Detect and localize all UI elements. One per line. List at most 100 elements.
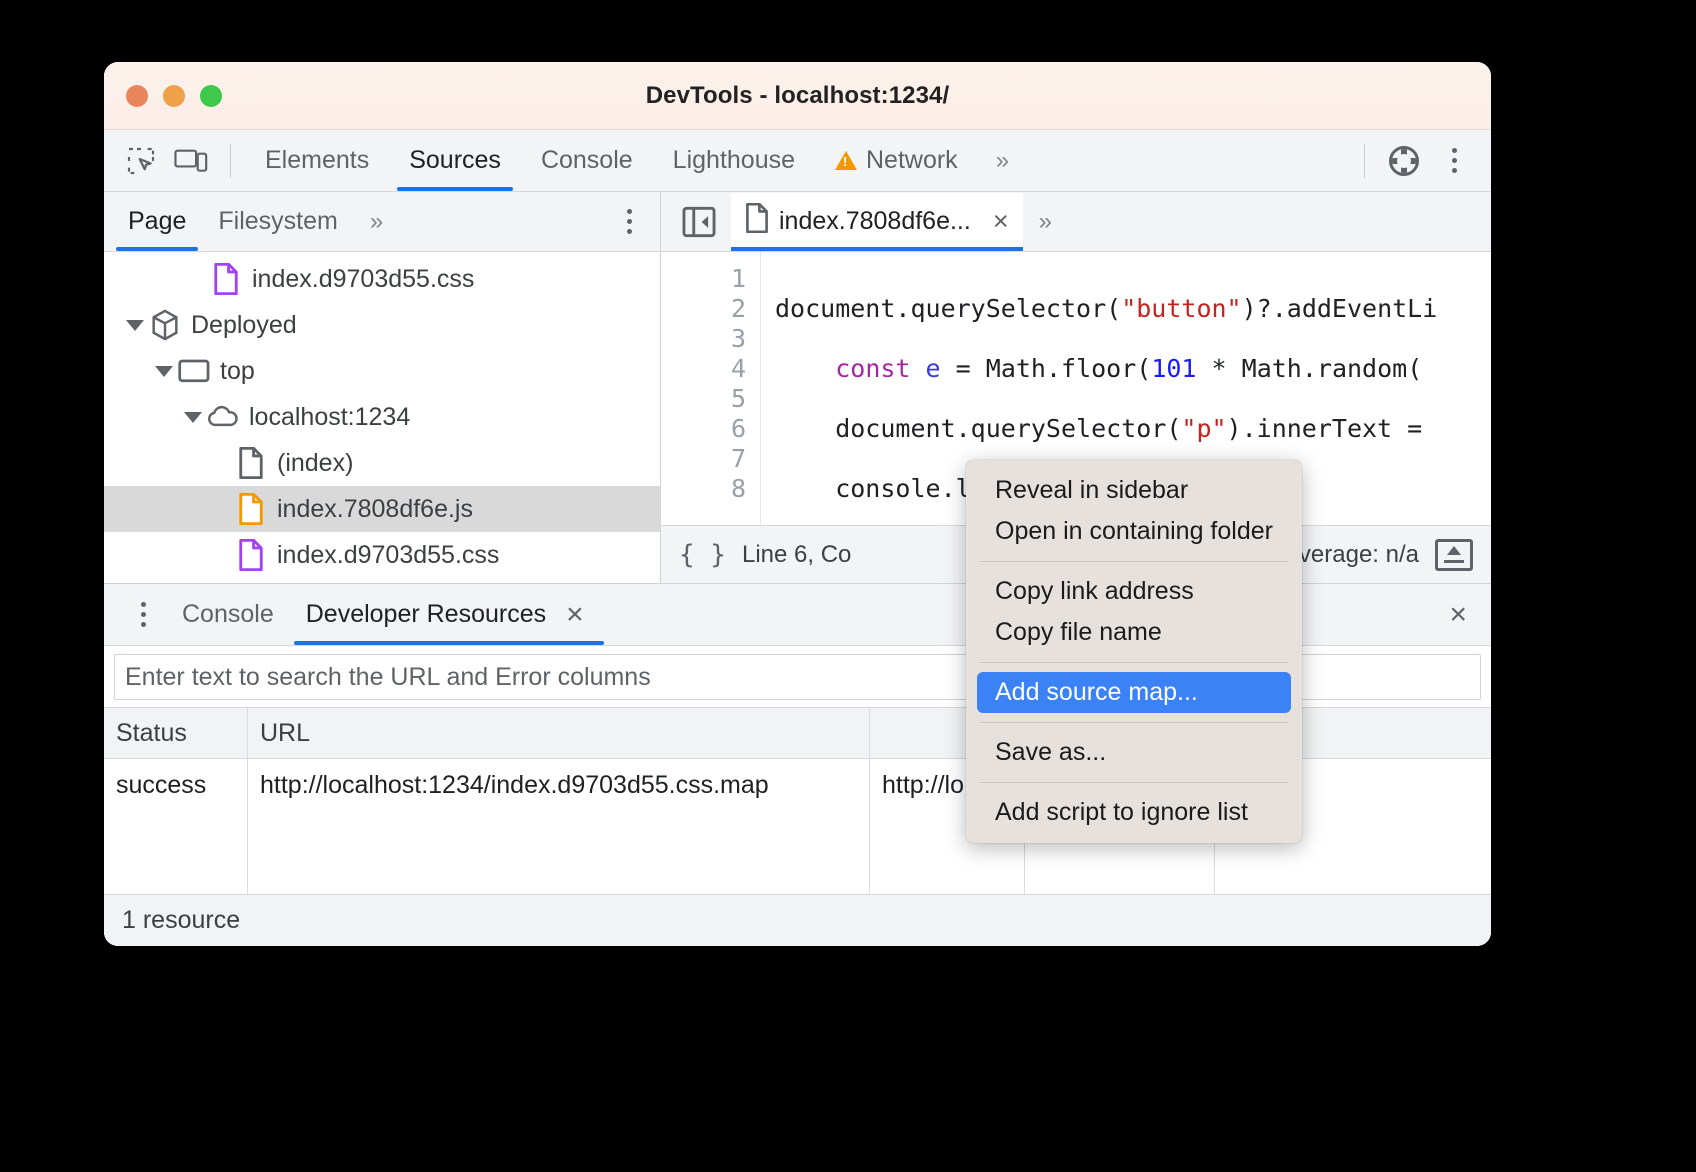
menu-item-reveal-in-sidebar[interactable]: Reveal in sidebar (966, 470, 1302, 511)
code-line-2: const e = Math.floor(101 * Math.random( (775, 354, 1491, 384)
nav-tab-filesystem-label: Filesystem (218, 207, 337, 236)
devtools-window: DevTools - localhost:1234/ Elements Sour… (104, 62, 1491, 946)
menu-separator (980, 782, 1288, 783)
editor-tab-index-js[interactable]: index.7808df6e... × (731, 193, 1023, 251)
tree-item-deployed[interactable]: Deployed (104, 302, 660, 348)
resource-count-footer: 1 resource (104, 894, 1491, 946)
column-header-url[interactable]: URL (248, 708, 870, 758)
navigator-tabbar: Page Filesystem » (104, 192, 660, 252)
nav-tab-filesystem[interactable]: Filesystem (202, 193, 353, 251)
drawer-kebab-menu-icon[interactable] (120, 593, 166, 637)
line-number: 5 (661, 384, 746, 414)
tab-elements-label: Elements (265, 146, 369, 175)
menu-item-add-source-map[interactable]: Add source map... (977, 672, 1291, 713)
chevron-down-icon[interactable] (180, 412, 206, 423)
tab-console[interactable]: Console (523, 131, 651, 191)
tree-item-index-js[interactable]: index.7808df6e.js (104, 486, 660, 532)
gear-icon[interactable] (1381, 139, 1427, 183)
tab-lighthouse[interactable]: Lighthouse (655, 131, 813, 191)
line-number: 7 (661, 444, 746, 474)
tree-item-label: Deployed (191, 311, 297, 340)
column-header-status[interactable]: Status (104, 708, 248, 758)
deployed-box-icon (148, 309, 182, 341)
menu-separator (980, 722, 1288, 723)
show-navigator-icon[interactable] (675, 198, 723, 246)
pretty-print-braces-icon[interactable]: { } (679, 540, 726, 570)
menu-item-add-script-to-ignore-list[interactable]: Add script to ignore list (966, 792, 1302, 833)
tab-network-label: Network (866, 146, 958, 175)
window-title: DevTools - localhost:1234/ (104, 82, 1491, 110)
menu-item-open-in-containing-folder[interactable]: Open in containing folder (966, 511, 1302, 552)
tree-item-label: top (220, 357, 255, 386)
cursor-position-label: Line 6, Co (742, 541, 851, 569)
more-panels-chevron-icon[interactable]: » (980, 147, 1025, 175)
tree-item-index[interactable]: (index) (104, 440, 660, 486)
drawer-tab-console-label: Console (182, 600, 274, 629)
toolbar-divider (230, 144, 231, 178)
drawer-tab-developer-resources-label: Developer Resources (306, 600, 546, 629)
editor-tabbar: index.7808df6e... × » (661, 192, 1491, 252)
menu-separator (980, 662, 1288, 663)
tab-sources[interactable]: Sources (391, 131, 519, 191)
tab-elements[interactable]: Elements (247, 131, 387, 191)
toolbar-divider-right (1364, 144, 1365, 178)
line-number: 3 (661, 324, 746, 354)
inspect-element-icon[interactable] (118, 139, 164, 183)
tree-item-index-css-top[interactable]: index.d9703d55.css (104, 256, 660, 302)
chevron-down-icon[interactable] (151, 366, 177, 377)
kebab-menu-icon[interactable] (1431, 139, 1477, 183)
cloud-icon (206, 404, 240, 430)
close-drawer-icon[interactable]: × (1441, 598, 1475, 632)
tree-item-label: index.7808df6e.js (277, 495, 473, 524)
line-number: 2 (661, 294, 746, 324)
window-titlebar: DevTools - localhost:1234/ (104, 62, 1491, 130)
code-line-3: document.querySelector("p").innerText = (775, 414, 1491, 444)
frame-icon (177, 358, 211, 384)
nav-tab-page[interactable]: Page (112, 193, 202, 251)
cell-url: http://localhost:1234/index.d9703d55.css… (248, 759, 870, 811)
document-file-icon (234, 447, 268, 479)
device-toolbar-icon[interactable] (168, 139, 214, 183)
js-file-icon (234, 493, 268, 525)
drawer-tab-developer-resources[interactable]: Developer Resources × (290, 585, 608, 645)
editor-more-tabs-chevron-icon[interactable]: » (1023, 208, 1068, 236)
drawer-tab-console[interactable]: Console (166, 585, 290, 645)
tab-lighthouse-label: Lighthouse (673, 146, 795, 175)
line-number-gutter: 1 2 3 4 5 6 7 8 (661, 252, 761, 525)
line-number: 4 (661, 354, 746, 384)
nav-tab-page-label: Page (128, 207, 186, 236)
tree-item-index-css[interactable]: index.d9703d55.css (104, 532, 660, 578)
menu-item-save-as[interactable]: Save as... (966, 732, 1302, 773)
tree-item-label: index.d9703d55.css (277, 541, 499, 570)
tab-sources-label: Sources (409, 146, 501, 175)
file-tree: index.d9703d55.css Deployed top (104, 252, 660, 583)
menu-item-copy-file-name[interactable]: Copy file name (966, 612, 1302, 653)
menu-separator (980, 561, 1288, 562)
cell-status: success (104, 759, 248, 811)
close-icon[interactable]: × (993, 206, 1009, 237)
devtools-toolbar: Elements Sources Console Lighthouse Netw… (104, 130, 1491, 192)
tab-network[interactable]: Network (817, 131, 976, 191)
tree-item-label: localhost:1234 (249, 403, 410, 432)
tab-console-label: Console (541, 146, 633, 175)
warning-triangle-icon (835, 151, 857, 170)
chevron-down-icon[interactable] (122, 320, 148, 331)
code-line-1: document.querySelector("button")?.addEve… (775, 294, 1491, 324)
show-drawer-icon[interactable] (1435, 539, 1473, 571)
tree-item-localhost[interactable]: localhost:1234 (104, 394, 660, 440)
document-file-icon (745, 203, 769, 240)
tree-item-label: index.d9703d55.css (252, 265, 474, 294)
tree-item-top[interactable]: top (104, 348, 660, 394)
css-file-icon (209, 263, 243, 295)
nav-more-tabs-chevron-icon[interactable]: » (354, 208, 399, 236)
line-number: 6 (661, 414, 746, 444)
css-file-icon (234, 539, 268, 571)
navigator-kebab-menu-icon[interactable] (606, 200, 652, 244)
editor-tab-label: index.7808df6e... (779, 207, 971, 236)
close-tab-icon[interactable]: × (558, 598, 592, 632)
line-number: 8 (661, 474, 746, 504)
context-menu: Reveal in sidebar Open in containing fol… (966, 460, 1302, 843)
sources-navigator: Page Filesystem » index.d9703d55.css (104, 192, 661, 583)
menu-item-copy-link-address[interactable]: Copy link address (966, 571, 1302, 612)
line-number: 1 (661, 264, 746, 294)
